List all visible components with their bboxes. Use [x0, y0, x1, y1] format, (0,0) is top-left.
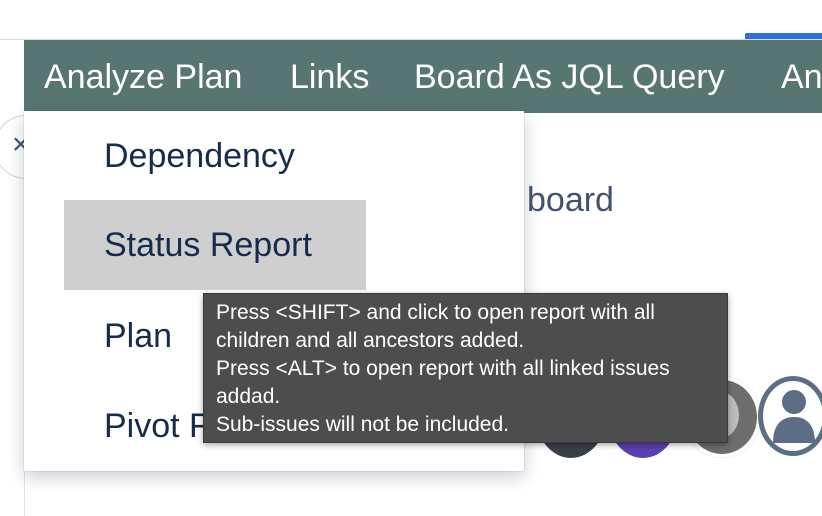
menu-truncated-item[interactable]: An [781, 57, 822, 97]
tooltip-line: children and all ancestors added. [216, 329, 525, 352]
dropdown-item-status-report[interactable]: Status Report [64, 200, 366, 290]
tooltip-line: Press <ALT> to open report with all link… [216, 357, 670, 380]
menu-analyze-plan[interactable]: Analyze Plan [44, 57, 242, 97]
menu-links[interactable]: Links [290, 57, 369, 97]
dropdown-item-label: Status Report [104, 226, 312, 264]
report-menubar: Analyze Plan Links Board As JQL Query An [24, 40, 822, 113]
tooltip-line: Sub-issues will not be included. [216, 413, 509, 436]
avatar[interactable] [758, 376, 822, 456]
dropdown-item-dependency-board[interactable]: Dependency Board [64, 111, 366, 265]
top-blank-area [0, 0, 822, 39]
board-link-text[interactable]: board [527, 180, 614, 220]
tooltip-line: Press <SHIFT> and click to open report w… [216, 301, 655, 324]
menu-board-as-jql-query[interactable]: Board As JQL Query [414, 57, 725, 97]
dropdown-item-label: Pivot F [104, 407, 210, 445]
tooltip-line: addad. [216, 385, 281, 408]
dropdown-item-label: Plan [104, 317, 173, 355]
status-report-tooltip: Press <SHIFT> and click to open report w… [203, 293, 728, 443]
user-avatar-icon [773, 390, 815, 443]
